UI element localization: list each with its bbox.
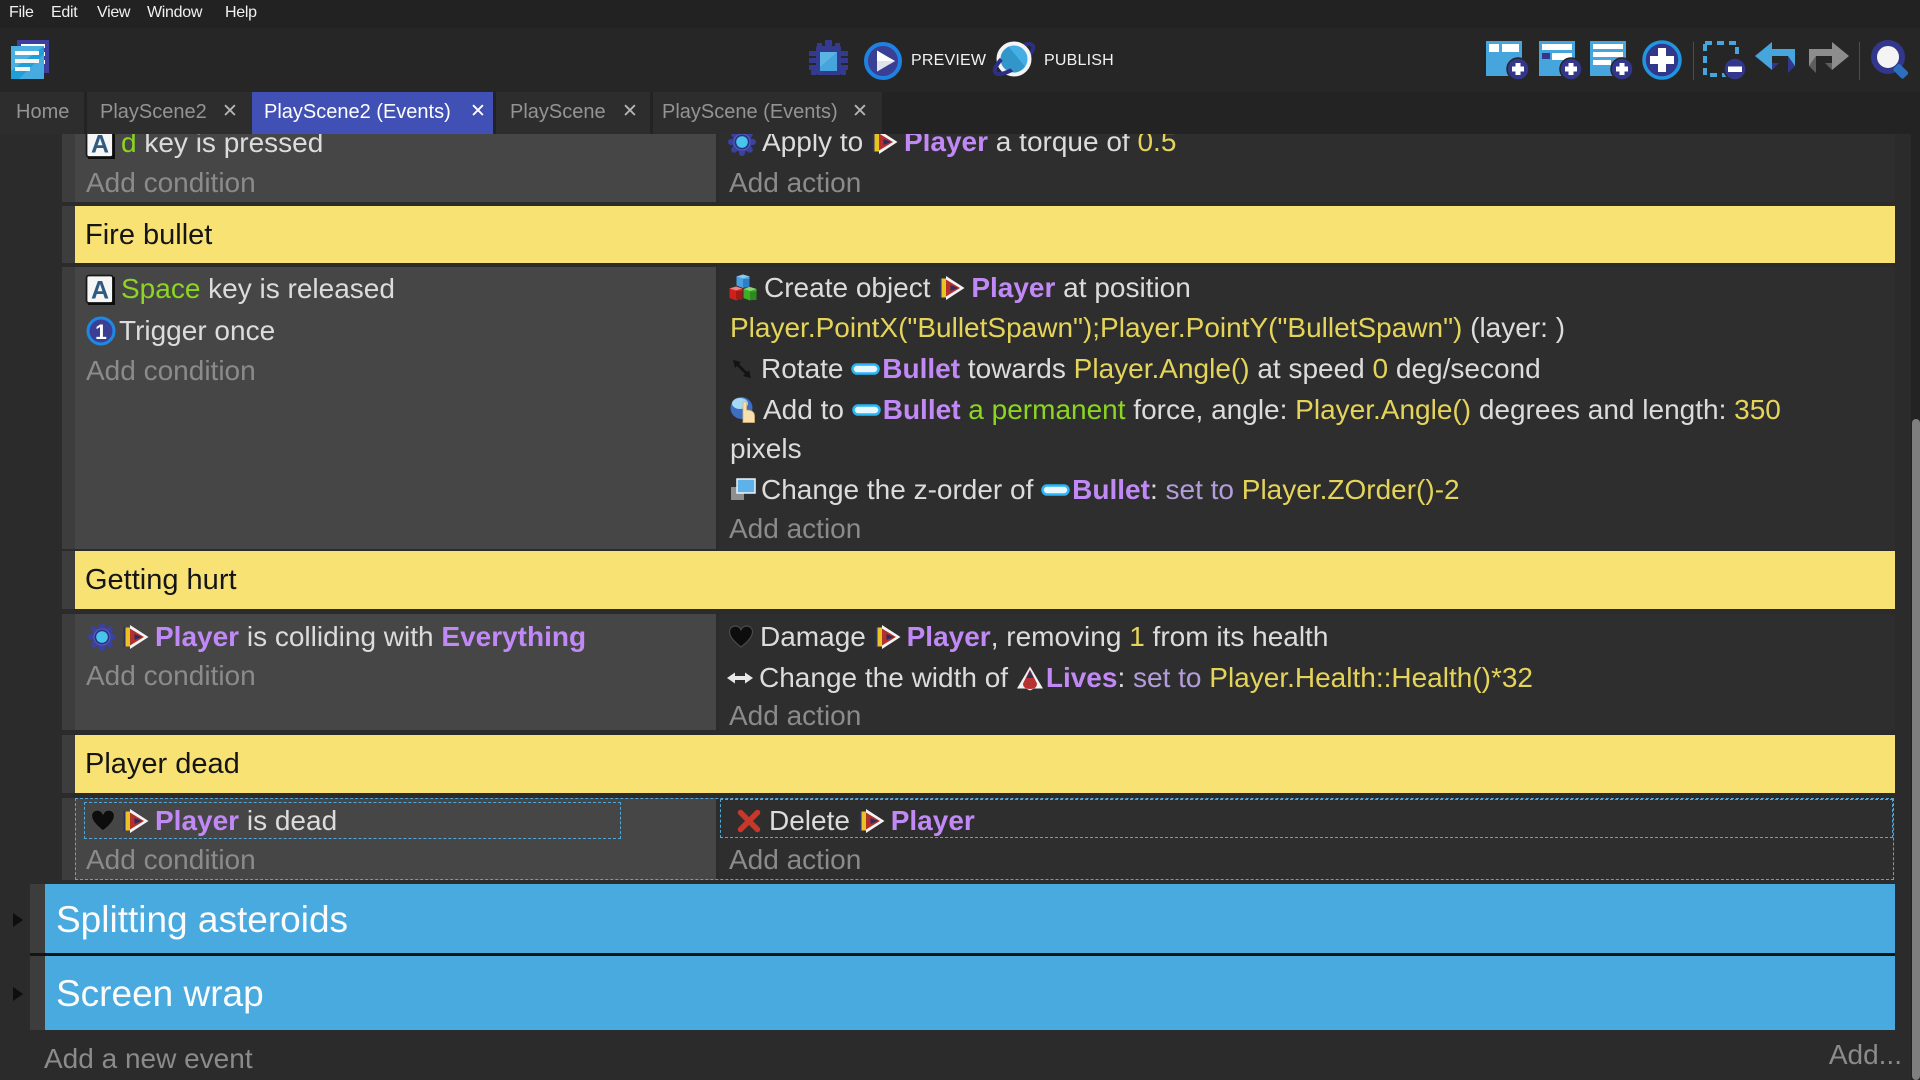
svg-text:A: A — [91, 276, 109, 304]
svg-text:A: A — [91, 130, 109, 158]
svg-text:1: 1 — [95, 321, 107, 344]
